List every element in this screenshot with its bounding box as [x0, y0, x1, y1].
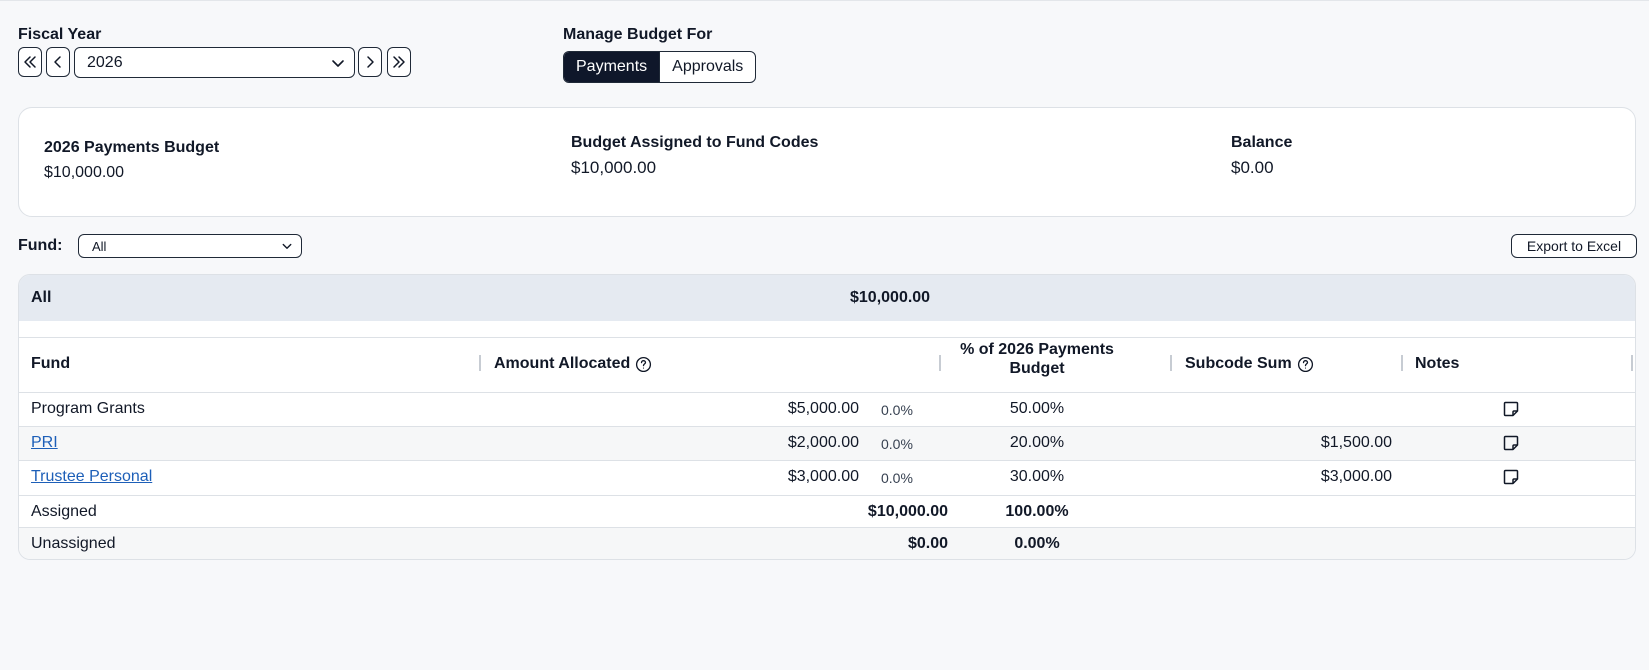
payments-toggle-button[interactable]: Payments: [564, 52, 660, 82]
budget-summary-card: 2026 Payments Budget $10,000.00 Budget A…: [18, 107, 1636, 217]
help-circle-icon[interactable]: [1297, 356, 1314, 373]
budget-title: 2026 Payments Budget: [44, 139, 220, 156]
percent-of-budget: 30.00%: [1009, 468, 1065, 485]
fund-filter-label: Fund:: [18, 237, 63, 254]
header-amount-allocated-label: Amount Allocated: [494, 355, 631, 372]
column-resize-handle[interactable]: [479, 355, 481, 371]
last-year-button[interactable]: [387, 47, 411, 77]
amount-allocated[interactable]: $5,000.00: [679, 400, 859, 418]
column-resize-handle[interactable]: [1170, 355, 1172, 371]
manage-budget-toggle: Payments Approvals: [563, 51, 757, 83]
unassigned-percent: 0.00%: [1014, 535, 1060, 552]
header-percent-of-budget[interactable]: % of 2026 Payments Budget: [957, 341, 1117, 378]
table-row: PRI $2,000.00 0.0% 20.00% $1,500.00: [19, 427, 1635, 461]
header-subcode-sum-label: Subcode Sum: [1185, 355, 1292, 372]
unassigned-amount: $0.00: [907, 535, 948, 552]
first-year-button[interactable]: [18, 47, 42, 77]
fund-name: Program Grants: [31, 400, 145, 417]
fund-budget-table: All $10,000.00 Fund Amount Allocated % o…: [18, 274, 1636, 560]
divider: [19, 337, 1635, 338]
budget-value: $10,000.00: [44, 164, 125, 181]
chevron-down-icon: [332, 60, 344, 67]
assigned-total-row: Assigned $10,000.00 100.00%: [19, 496, 1635, 528]
percent-of-budget: 20.00%: [1009, 434, 1065, 451]
fund-link-trustee-personal[interactable]: Trustee Personal: [31, 468, 152, 486]
note-icon[interactable]: [1502, 468, 1520, 486]
assigned-title: Budget Assigned to Fund Codes: [571, 134, 819, 151]
note-icon[interactable]: [1502, 400, 1520, 418]
small-percent: 0.0%: [881, 470, 913, 486]
amount-allocated[interactable]: $2,000.00: [679, 434, 859, 452]
assigned-percent: 100.00%: [1005, 503, 1069, 520]
next-year-button[interactable]: [358, 47, 382, 77]
fund-filter-select[interactable]: All: [78, 234, 302, 258]
fiscal-year-select[interactable]: 2026: [74, 47, 355, 78]
assigned-value: $10,000.00: [571, 158, 657, 177]
chevron-right-icon: [367, 56, 374, 68]
assigned-amount: $10,000.00: [867, 503, 948, 520]
note-icon[interactable]: [1502, 434, 1520, 452]
percent-of-budget: 50.00%: [1009, 400, 1065, 417]
help-circle-icon[interactable]: [635, 356, 652, 373]
fund-filter-value: All: [92, 238, 107, 254]
unassigned-total-row: Unassigned $0.00 0.00%: [19, 528, 1635, 559]
subcode-sum: $1,500.00: [1320, 434, 1392, 451]
balance-title: Balance: [1231, 134, 1293, 151]
previous-year-button[interactable]: [46, 47, 70, 77]
approvals-toggle-button[interactable]: Approvals: [659, 52, 755, 82]
header-notes-label: Notes: [1415, 355, 1460, 372]
amount-allocated[interactable]: $3,000.00: [679, 468, 859, 486]
fiscal-year-value: 2026: [87, 53, 123, 71]
header-fund-label: Fund: [31, 355, 71, 372]
group-name: All: [31, 289, 52, 306]
table-row: Program Grants $5,000.00 0.0% 50.00%: [19, 393, 1635, 427]
header-amount-allocated[interactable]: Amount Allocated: [494, 355, 652, 373]
small-percent: 0.0%: [881, 402, 913, 418]
column-resize-handle[interactable]: [939, 355, 941, 371]
fund-link-pri[interactable]: PRI: [31, 434, 58, 452]
header-percent-line1: % of 2026 Payments: [960, 341, 1114, 358]
table-row: Trustee Personal $3,000.00 0.0% 30.00% $…: [19, 461, 1635, 496]
group-row-all[interactable]: All $10,000.00: [19, 275, 1635, 321]
fiscal-year-label: Fiscal Year: [18, 26, 102, 43]
chevrons-right-icon: [393, 56, 405, 68]
column-resize-handle[interactable]: [1631, 355, 1633, 371]
header-notes[interactable]: Notes: [1415, 355, 1459, 373]
chevron-left-icon: [54, 56, 61, 68]
balance-value: $0.00: [1231, 158, 1274, 177]
small-percent: 0.0%: [881, 436, 913, 452]
header-subcode-sum[interactable]: Subcode Sum: [1185, 355, 1314, 373]
assigned-label: Assigned: [31, 503, 97, 520]
subcode-sum: $3,000.00: [1320, 468, 1392, 485]
header-fund[interactable]: Fund: [31, 355, 70, 373]
column-resize-handle[interactable]: [1401, 355, 1403, 371]
chevrons-left-icon: [24, 56, 36, 68]
unassigned-label: Unassigned: [31, 535, 116, 552]
manage-budget-label: Manage Budget For: [563, 26, 713, 43]
header-percent-line2: Budget: [1009, 360, 1065, 377]
export-to-excel-button[interactable]: Export to Excel: [1511, 234, 1637, 258]
group-amount: $10,000.00: [850, 289, 931, 306]
chevron-down-icon: [282, 243, 292, 249]
